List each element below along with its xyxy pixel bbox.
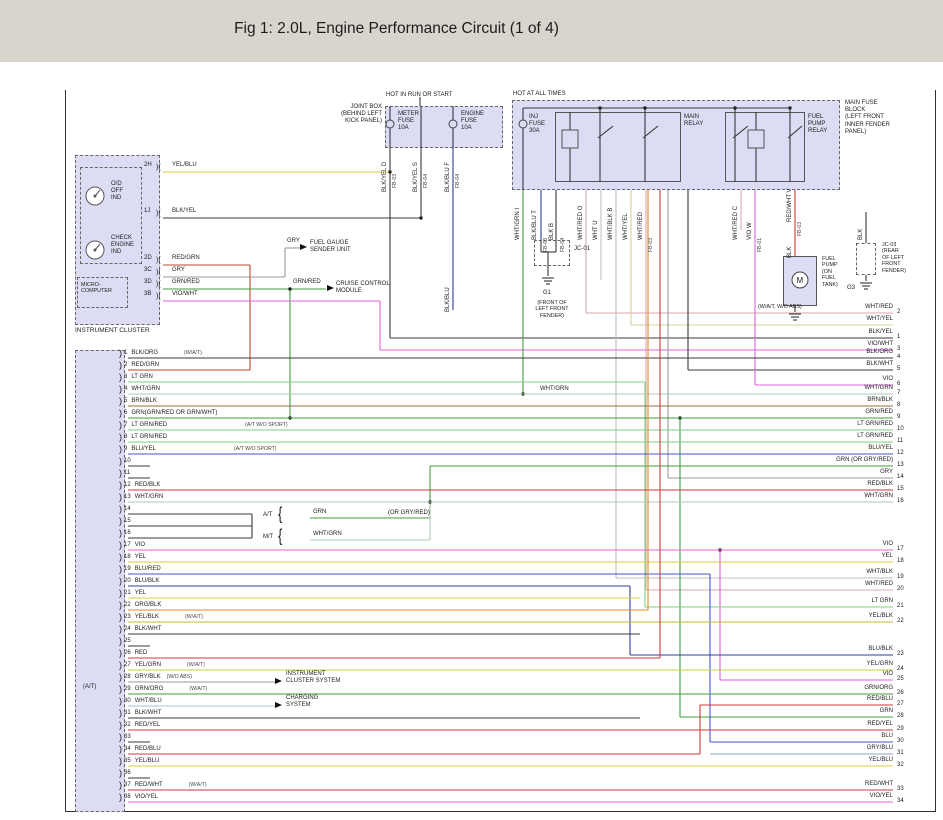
svg-text:M: M [797, 276, 804, 285]
wire-layer: M [0, 0, 943, 820]
